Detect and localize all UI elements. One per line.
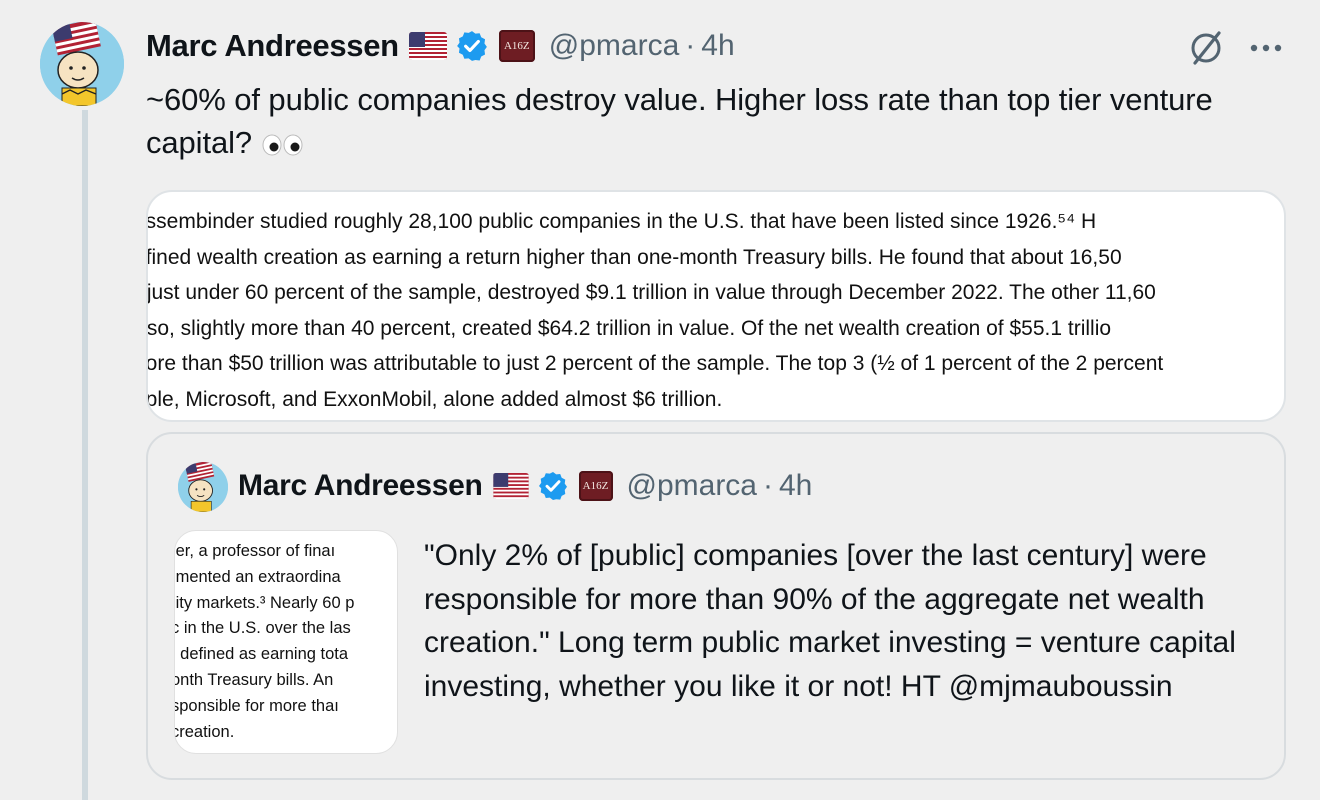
tweet-header: Marc Andreessen A16Z @pmarca · 4h bbox=[146, 26, 735, 66]
thumb-line: creation. bbox=[174, 722, 235, 741]
quoted-timestamp[interactable]: 4h bbox=[779, 469, 812, 503]
us-flag-icon bbox=[408, 32, 447, 60]
quoted-author-avatar[interactable] bbox=[178, 462, 228, 512]
media-line: essembinder studied roughly 28,100 publi… bbox=[146, 210, 1097, 233]
verified-badge-icon[interactable] bbox=[455, 29, 489, 63]
verified-badge-icon[interactable] bbox=[537, 470, 569, 502]
eyes-emoji-icon bbox=[260, 133, 306, 157]
thumb-line: sponsible for more thaı bbox=[174, 696, 339, 715]
affiliation-badge[interactable]: A16Z bbox=[578, 471, 613, 501]
thumb-line: onth Treasury bills. An bbox=[174, 670, 334, 689]
thumb-line: c in the U.S. over the las bbox=[174, 619, 351, 638]
tweet-text: ~60% of public companies destroy value. … bbox=[146, 78, 1246, 164]
thumb-line: ıer, a professor of finaı bbox=[174, 542, 336, 560]
us-flag-icon bbox=[492, 473, 529, 499]
quoted-tweet-header: Marc Andreessen A16Z @pmarca · 4h bbox=[238, 468, 812, 504]
media-line: efined wealth creation as earning a retu… bbox=[146, 245, 1122, 269]
media-line: nore than $50 trillion was attributable … bbox=[146, 352, 1164, 376]
media-line: r just under 60 percent of the sample, d… bbox=[146, 281, 1156, 305]
separator-dot: · bbox=[763, 469, 773, 502]
author-name[interactable]: Marc Andreessen bbox=[146, 28, 399, 64]
avatar-image bbox=[40, 22, 124, 106]
thumb-line: ımented an extraordina bbox=[174, 567, 341, 586]
quoted-tweet-card[interactable]: Marc Andreessen A16Z @pmarca · 4h ıer, a… bbox=[146, 432, 1286, 780]
thumb-line: ıity markets.³ Nearly 60 p bbox=[174, 593, 355, 612]
more-options-icon[interactable] bbox=[1244, 30, 1288, 66]
quoted-author-handle[interactable]: @pmarca bbox=[627, 469, 758, 503]
affiliation-badge[interactable]: A16Z bbox=[498, 30, 535, 62]
quoted-media-thumbnail[interactable]: ıer, a professor of finaı ımented an ext… bbox=[174, 530, 398, 754]
quoted-author-name[interactable]: Marc Andreessen bbox=[238, 469, 483, 503]
separator-dot: · bbox=[685, 29, 696, 62]
avatar-image bbox=[178, 462, 228, 512]
thread-connector-line bbox=[82, 110, 88, 800]
tweet-media-image[interactable]: essembinder studied roughly 28,100 publi… bbox=[146, 190, 1286, 422]
media-text-excerpt: essembinder studied roughly 28,100 publi… bbox=[146, 204, 1284, 418]
timestamp[interactable]: 4h bbox=[701, 29, 734, 63]
thumb-line: , defined as earning tota bbox=[174, 645, 349, 664]
author-handle[interactable]: @pmarca bbox=[549, 29, 680, 63]
thumbnail-text-excerpt: ıer, a professor of finaı ımented an ext… bbox=[174, 539, 397, 745]
quoted-tweet-text: "Only 2% of [public] companies [over the… bbox=[424, 539, 1236, 703]
author-avatar[interactable] bbox=[40, 22, 124, 106]
media-line: r so, slightly more than 40 percent, cre… bbox=[146, 316, 1112, 340]
grok-icon[interactable] bbox=[1186, 28, 1226, 68]
media-line: pple, Microsoft, and ExxonMobil, alone a… bbox=[146, 387, 723, 411]
